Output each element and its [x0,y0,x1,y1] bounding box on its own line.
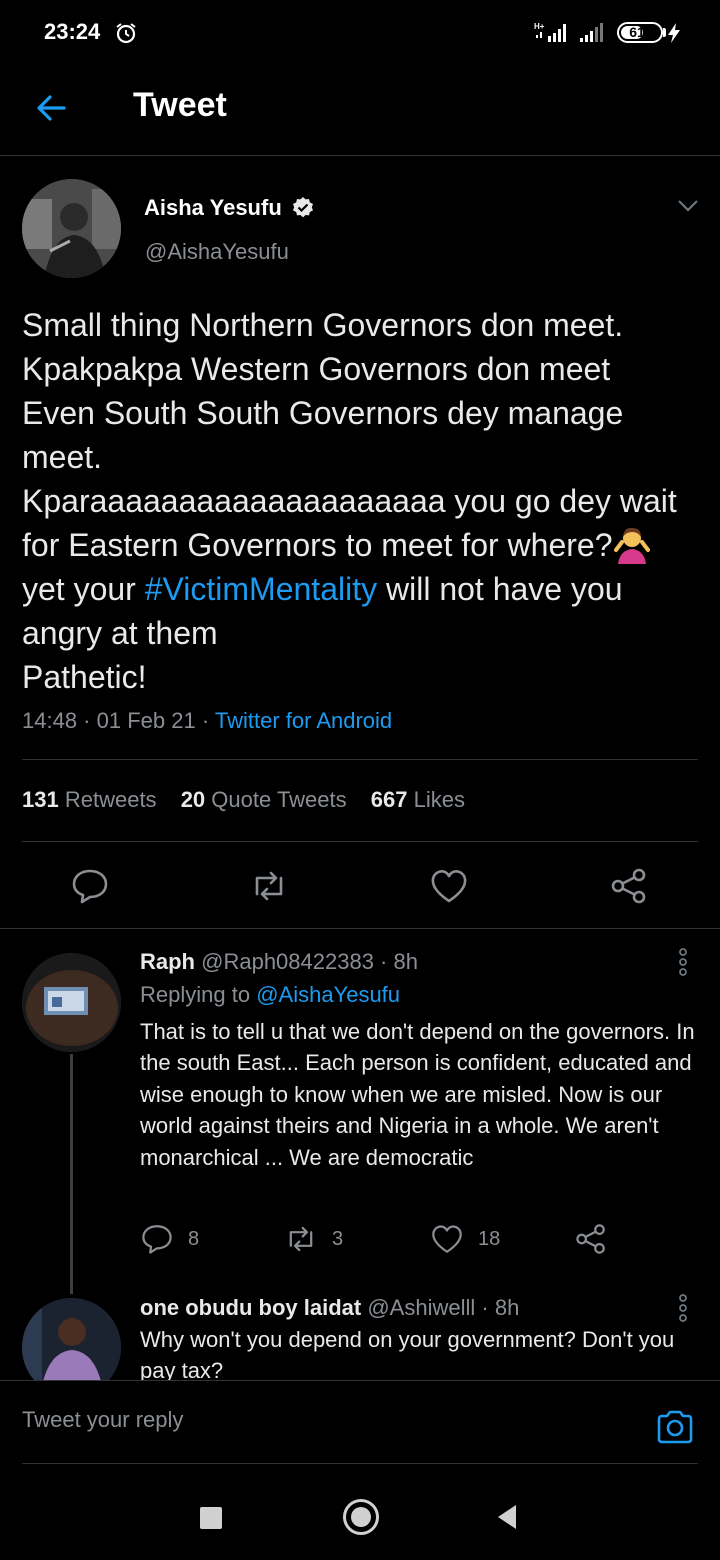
reply-reply-button[interactable]: 8 [140,1222,199,1256]
reply-time: 8h [494,1295,520,1320]
recent-apps-button[interactable] [200,1507,222,1529]
replying-to-handle[interactable]: @AishaYesufu [256,982,400,1007]
page-title: Tweet [133,86,227,124]
quote-tweets-label: Quote Tweets [211,787,347,812]
share-icon [576,1224,605,1254]
divider [22,759,698,760]
svg-text:H+: H+ [534,22,545,31]
battery-tip [663,28,666,37]
tweet-meta: 14:48 · 01 Feb 21 · Twitter for Android [22,708,393,733]
divider [22,841,698,842]
more-options-icon[interactable] [678,947,688,977]
thread-line [70,1054,73,1294]
author-avatar[interactable] [22,179,121,278]
reply-share-button[interactable] [574,1222,622,1256]
battery-level: 61 [629,24,645,40]
camera-icon[interactable] [655,1409,695,1445]
author-handle[interactable]: @AishaYesufu [145,239,289,265]
hashtag-link[interactable]: #VictimMentality [145,571,377,607]
reply-like-button[interactable]: 18 [430,1222,500,1256]
tweet-stats: 131 Retweets 20 Quote Tweets 667 Likes [22,787,483,813]
reply-icon [142,1225,172,1254]
back-arrow-icon[interactable] [32,88,72,128]
retweets-count: 131 [22,787,59,812]
quote-tweets-count: 20 [180,787,206,812]
likes-stat[interactable]: 667 Likes [371,787,465,812]
header: Tweet [0,66,720,156]
tweet-reply-input[interactable] [22,1407,622,1433]
status-bar: 23:24 H+ 61 [0,0,720,66]
tweet-source-link[interactable]: Twitter for Android [215,708,392,733]
home-button[interactable] [343,1499,379,1535]
signal-h-plus-icon: H+ [534,22,566,42]
reply-header: Raph @Raph08422383 · 8h [140,949,418,974]
retweet-icon[interactable] [249,866,289,906]
charging-bolt-icon [668,23,680,43]
author-name[interactable]: Aisha Yesufu [144,195,282,221]
reply-icon[interactable] [70,866,110,906]
reply-author-name[interactable]: Raph [140,949,195,974]
system-back-icon[interactable] [496,1504,518,1530]
retweets-label: Retweets [64,787,157,812]
tweet-time: 14:48 [22,708,78,733]
reply-avatar[interactable] [22,953,121,1052]
reply-avatar[interactable] [22,1298,121,1380]
replying-to: Replying to @AishaYesufu [140,982,400,1008]
reply-header: one obudu boy laidat @Ashiwelll · 8h [140,1295,520,1320]
system-nav-bar [0,1464,720,1560]
likes-count: 667 [370,787,408,812]
reply-count: 8 [188,1227,200,1250]
reply-author-handle[interactable]: @Ashiwelll [367,1295,475,1320]
tweet-date: 01 Feb 21 [96,708,196,733]
like-heart-icon [432,1225,462,1253]
retweet-icon [289,1226,313,1252]
quote-tweets-stat[interactable]: 20 Quote Tweets [181,787,347,812]
reply-author-name[interactable]: one obudu boy laidat [140,1295,361,1320]
likes-label: Likes [413,787,465,812]
battery-icon: 61 [617,22,663,43]
reply-text: That is to tell u that we don't depend o… [140,1019,695,1170]
tweet-text: Small thing Northern Governors don meet.… [22,303,702,699]
like-heart-icon[interactable] [429,866,469,906]
replying-to-label: Replying to [140,982,257,1007]
reply-author-handle[interactable]: @Raph08422383 [201,949,374,974]
retweet-count: 3 [332,1227,344,1250]
like-count: 18 [478,1227,501,1250]
status-time: 23:24 [44,19,101,44]
reply-2-clip: one obudu boy laidat @Ashiwelll · 8h Why… [0,1280,720,1380]
share-icon[interactable] [609,866,649,906]
reply-retweet-button[interactable]: 3 [284,1222,343,1256]
verified-badge-icon [293,197,313,218]
tweet-text-part1: Small thing Northern Governors don meet.… [22,307,677,563]
signal-icon [580,23,603,42]
person-shrugging-emoji-icon [614,527,651,564]
alarm-icon [116,23,136,44]
reply-composer [0,1380,720,1464]
reply-time: 8h [393,949,418,974]
retweets-stat[interactable]: 131 Retweets [22,787,157,812]
chevron-down-icon[interactable] [677,198,699,214]
reply-text: Why won't you depend on your government?… [140,1327,675,1380]
more-options-icon[interactable] [678,1293,688,1323]
divider [0,928,720,929]
